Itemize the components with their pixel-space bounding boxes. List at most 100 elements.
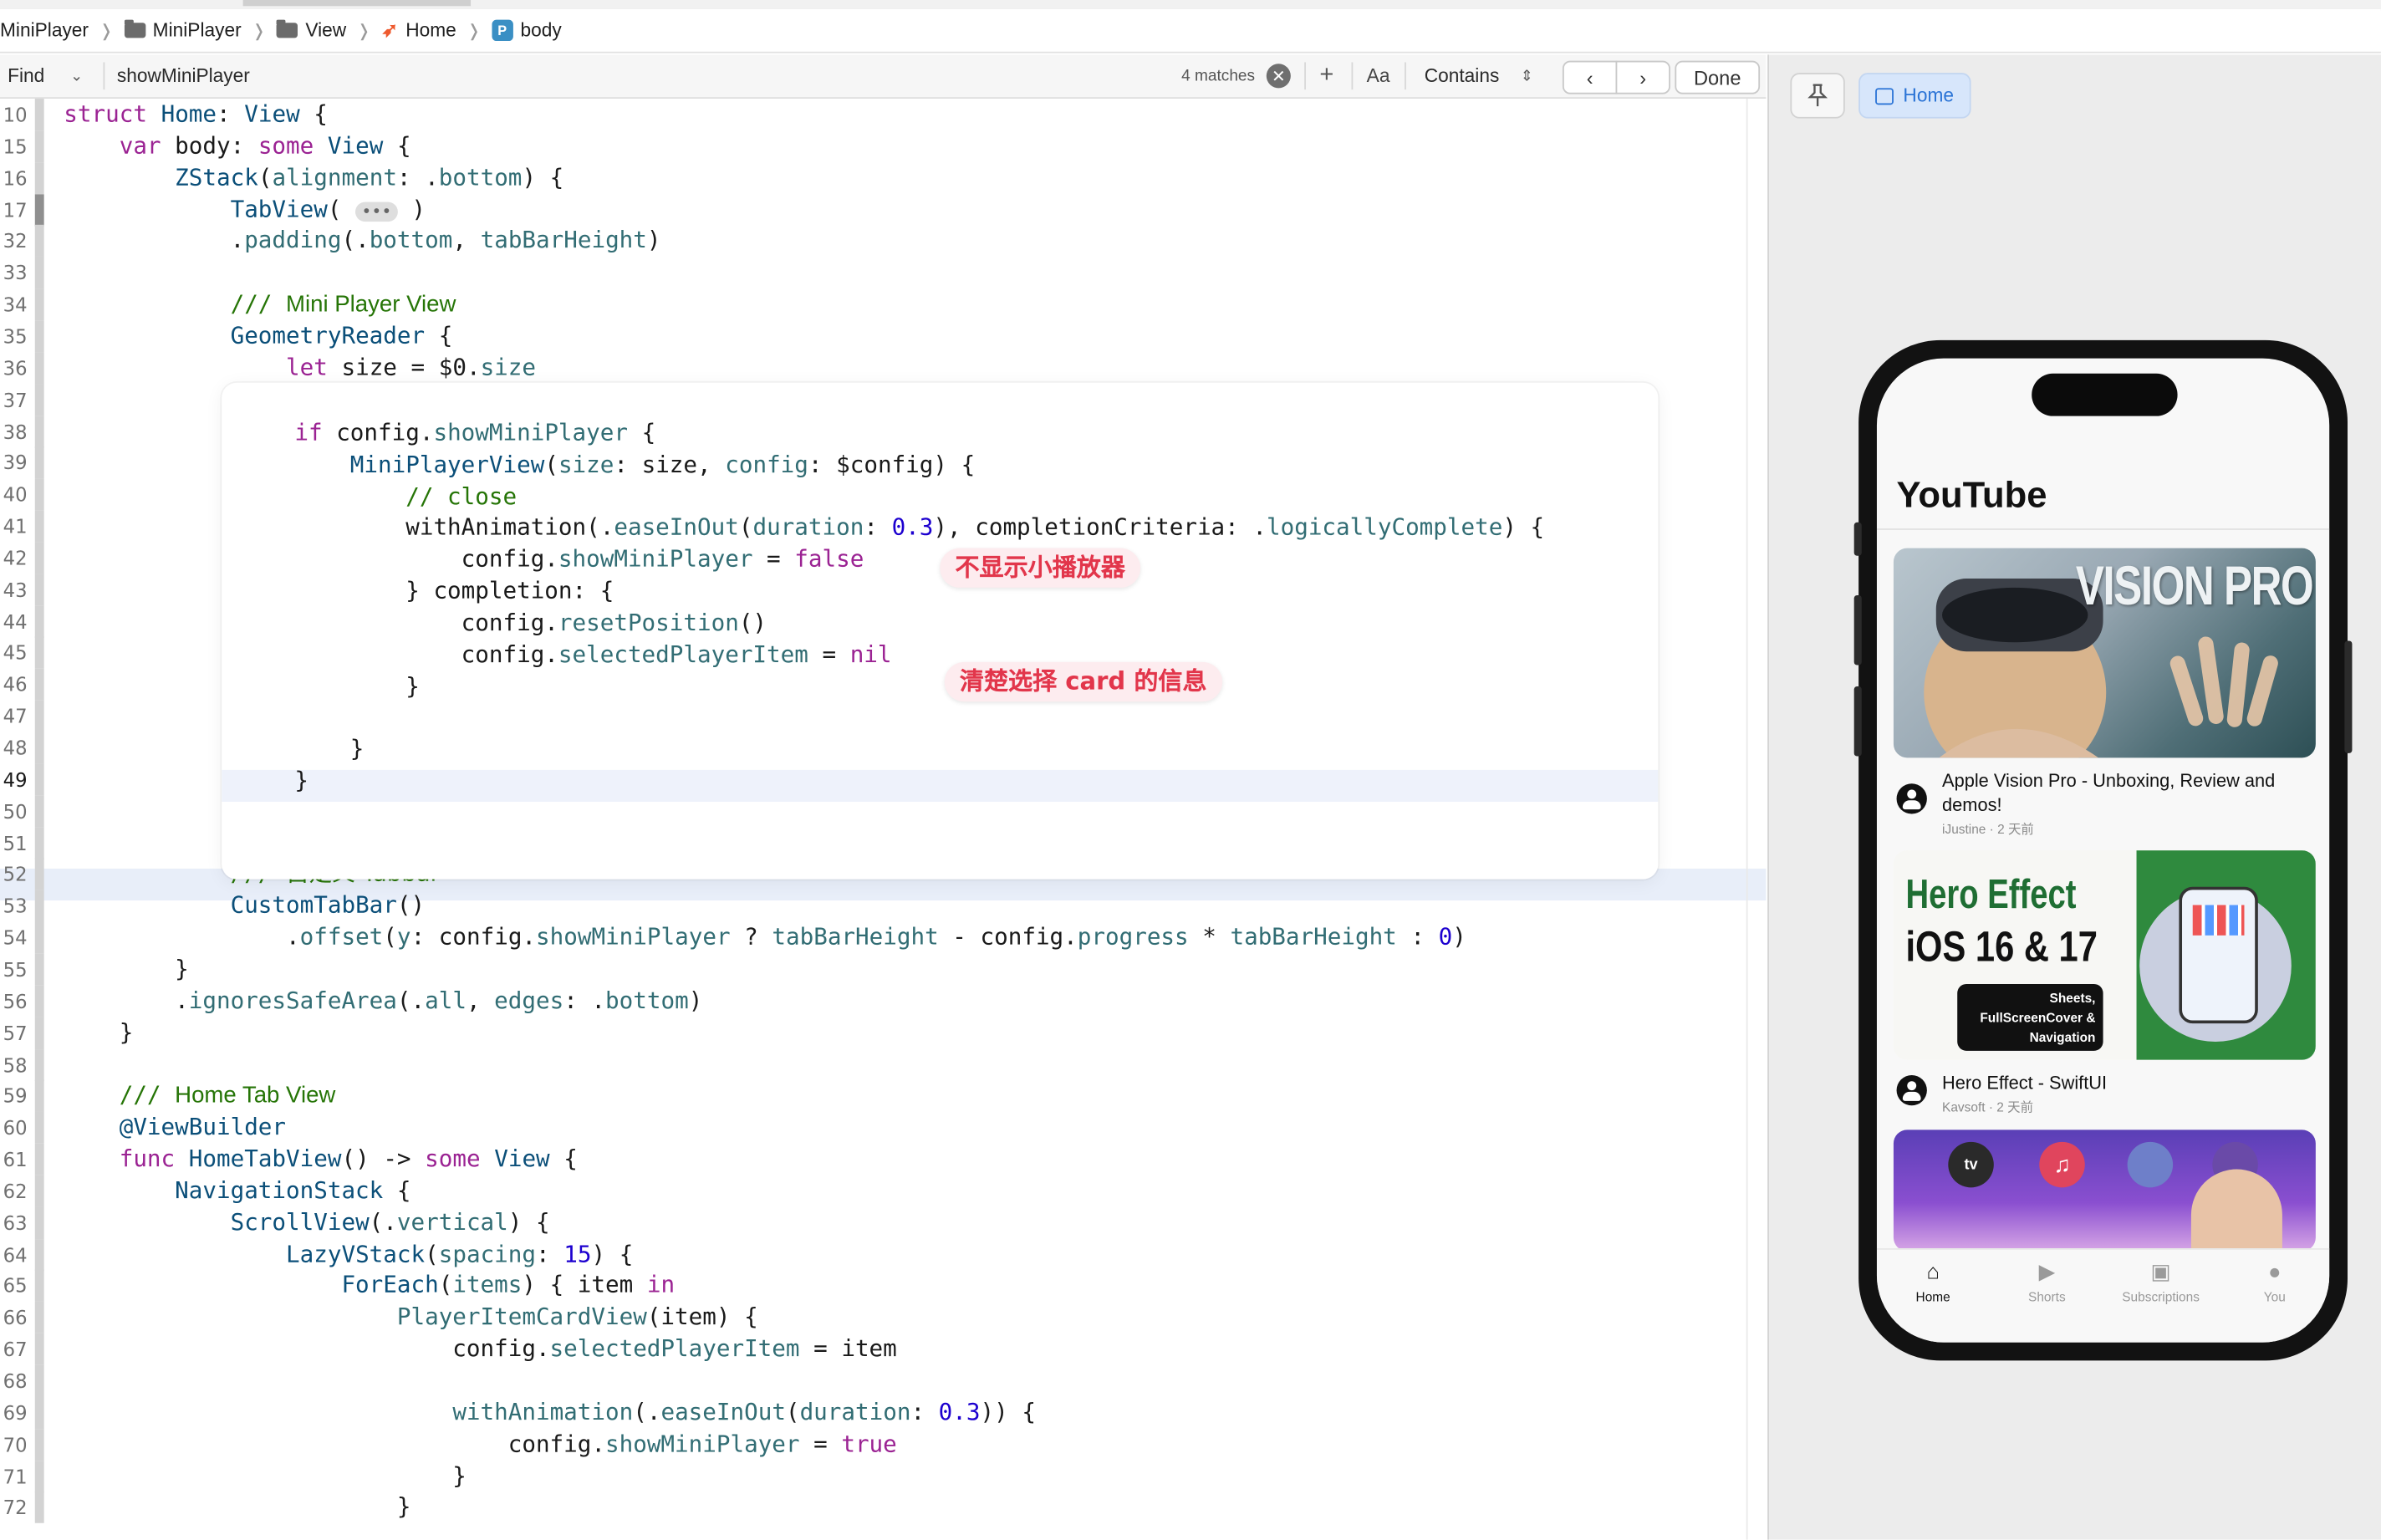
- previous-match-button[interactable]: ‹: [1562, 60, 1618, 94]
- video-thumbnail[interactable]: Hero Effect iOS 16 & 17 Sheets, FullScre…: [1893, 850, 2316, 1060]
- code-line[interactable]: 55 }: [0, 953, 1766, 986]
- phone-button: [1853, 594, 1862, 665]
- code-line[interactable]: 69 withAnimation(.easeInOut(duration: 0.…: [0, 1396, 1766, 1429]
- code-text: .offset(y: config.showMiniPlayer ? tabBa…: [64, 923, 1466, 951]
- code-line[interactable]: 33: [0, 257, 1766, 289]
- change-gutter: [34, 352, 44, 385]
- code-line[interactable]: 10 struct Home: View {: [0, 99, 1766, 131]
- shorts-icon: ▶: [2038, 1258, 2056, 1283]
- code-line[interactable]: 59 /// Home Tab View: [0, 1080, 1766, 1113]
- tab-you[interactable]: ● You: [2219, 1250, 2330, 1304]
- code-line[interactable]: 60 @ViewBuilder: [0, 1111, 1766, 1145]
- code-line[interactable]: 53 CustomTabBar(): [0, 890, 1766, 922]
- code-line[interactable]: 17 TabView( ••• ): [0, 193, 1766, 226]
- code-line[interactable]: 57 }: [0, 1017, 1766, 1049]
- apple-tv-icon: tv: [1948, 1141, 1994, 1188]
- pin-preview-button[interactable]: [1790, 73, 1845, 119]
- code-line[interactable]: 62 NavigationStack {: [0, 1175, 1766, 1207]
- breadcrumb-group[interactable]: MiniPlayer: [124, 20, 242, 41]
- phone-button: [1853, 686, 1862, 757]
- change-gutter: [34, 827, 44, 859]
- divider: [103, 62, 105, 90]
- tab-label: Home: [1915, 1289, 1950, 1305]
- code-line[interactable]: 58: [0, 1048, 1766, 1081]
- code-line[interactable]: 71 }: [0, 1460, 1766, 1492]
- match-type-select[interactable]: Contains ⇕: [1425, 54, 1533, 97]
- code-text: }: [64, 955, 189, 983]
- code-line[interactable]: 63 ScrollView(.vertical) {: [0, 1206, 1766, 1239]
- breadcrumb-symbol[interactable]: P body: [491, 19, 562, 42]
- property-icon: P: [491, 19, 513, 42]
- code-line[interactable]: 54 .offset(y: config.showMiniPlayer ? ta…: [0, 921, 1766, 954]
- code-line[interactable]: 34 /// Mini Player View: [0, 288, 1766, 321]
- tab-shorts[interactable]: ▶ Shorts: [1991, 1250, 2103, 1304]
- change-gutter: [34, 858, 44, 891]
- change-gutter: [34, 1270, 44, 1303]
- find-search-input[interactable]: showMiniPlayer: [117, 54, 1150, 97]
- minimap[interactable]: [1746, 99, 1767, 1540]
- line-number: 57: [3, 1021, 28, 1044]
- code-text: } completion: {: [294, 577, 614, 605]
- video-thumbnail[interactable]: VISION PRO: [1893, 548, 2316, 758]
- breadcrumb-label: Home: [405, 19, 456, 42]
- tab-home[interactable]: ⌂ Home: [1877, 1250, 1989, 1304]
- match-case-button[interactable]: Aa: [1367, 54, 1390, 97]
- line-number: 38: [3, 420, 28, 443]
- change-gutter: [34, 700, 44, 732]
- code-editor[interactable]: 10 struct Home: View {15 var body: some V…: [0, 99, 1767, 1540]
- change-gutter: [34, 415, 44, 447]
- line-number: 54: [3, 926, 28, 950]
- change-gutter: [34, 1143, 44, 1175]
- breadcrumb-folder[interactable]: View: [276, 20, 346, 41]
- done-button[interactable]: Done: [1675, 60, 1761, 94]
- line-number: 17: [3, 198, 28, 222]
- tab-label: You: [2263, 1289, 2286, 1305]
- line-number: 60: [3, 1116, 28, 1140]
- video-title[interactable]: Hero Effect - SwiftUI: [1942, 1070, 2307, 1094]
- line-number: 53: [3, 895, 28, 918]
- divider: [1876, 528, 2330, 530]
- add-pattern-button[interactable]: +: [1319, 54, 1333, 97]
- code-line[interactable]: 15 var body: some View {: [0, 130, 1766, 163]
- code-line[interactable]: 66 PlayerItemCardView(item) {: [0, 1302, 1766, 1334]
- code-text: }: [294, 671, 420, 700]
- code-line[interactable]: 64 LazyVStack(spacing: 15) {: [0, 1238, 1766, 1271]
- code-line[interactable]: 68: [0, 1364, 1766, 1397]
- line-number: 46: [3, 673, 28, 696]
- video-thumbnail[interactable]: tv ♫: [1893, 1130, 2316, 1252]
- line-number: 40: [3, 482, 28, 507]
- breadcrumb-project[interactable]: MiniPlayer: [0, 20, 89, 41]
- line-number: 36: [3, 356, 28, 380]
- clear-search-button[interactable]: ✕: [1266, 54, 1294, 97]
- breadcrumb-separator-icon: ❭: [252, 22, 267, 41]
- tab-subscriptions[interactable]: ▣ Subscriptions: [2104, 1250, 2216, 1304]
- code-line[interactable]: 61 func HomeTabView() -> some View {: [0, 1143, 1766, 1175]
- code-line[interactable]: 72 }: [0, 1492, 1766, 1524]
- channel-avatar[interactable]: [1896, 783, 1927, 814]
- video-title[interactable]: Apple Vision Pro - Unboxing, Review and …: [1942, 768, 2307, 817]
- code-line[interactable]: 56 .ignoresSafeArea(.all, edges: .bottom…: [0, 985, 1766, 1017]
- code-text: .ignoresSafeArea(.all, edges: .bottom): [64, 987, 703, 1014]
- overlay-code-line: [222, 702, 1658, 734]
- change-gutter: [34, 921, 44, 954]
- find-mode-select[interactable]: Find ⌄: [8, 54, 95, 97]
- code-line[interactable]: 67 config.selectedPlayerItem = item: [0, 1333, 1766, 1366]
- line-number: 65: [3, 1274, 28, 1298]
- code-line[interactable]: 70 config.showMiniPlayer = true: [0, 1428, 1766, 1461]
- overlay-code-line: config.resetPosition(): [222, 607, 1658, 639]
- code-line[interactable]: 65 ForEach(items) { item in: [0, 1270, 1766, 1303]
- preview-home-button[interactable]: Home: [1858, 73, 1971, 119]
- code-text: ZStack(alignment: .bottom) {: [175, 163, 564, 191]
- code-line[interactable]: 36 let size = $0.size: [0, 352, 1766, 385]
- breadcrumb-file[interactable]: ➶ Home: [381, 18, 456, 43]
- code-line[interactable]: 16 ZStack(alignment: .bottom) {: [0, 161, 1766, 194]
- chevron-updown-icon: ⇕: [1520, 67, 1533, 84]
- change-gutter: [34, 1080, 44, 1113]
- channel-avatar[interactable]: [1896, 1074, 1927, 1106]
- change-gutter: [34, 763, 44, 796]
- code-line[interactable]: 32 .padding(.bottom, tabBarHeight): [0, 225, 1766, 258]
- breadcrumb-label: MiniPlayer: [0, 19, 89, 42]
- code-line[interactable]: 35 GeometryReader {: [0, 320, 1766, 353]
- change-gutter: [34, 1017, 44, 1049]
- next-match-button[interactable]: ›: [1615, 60, 1670, 94]
